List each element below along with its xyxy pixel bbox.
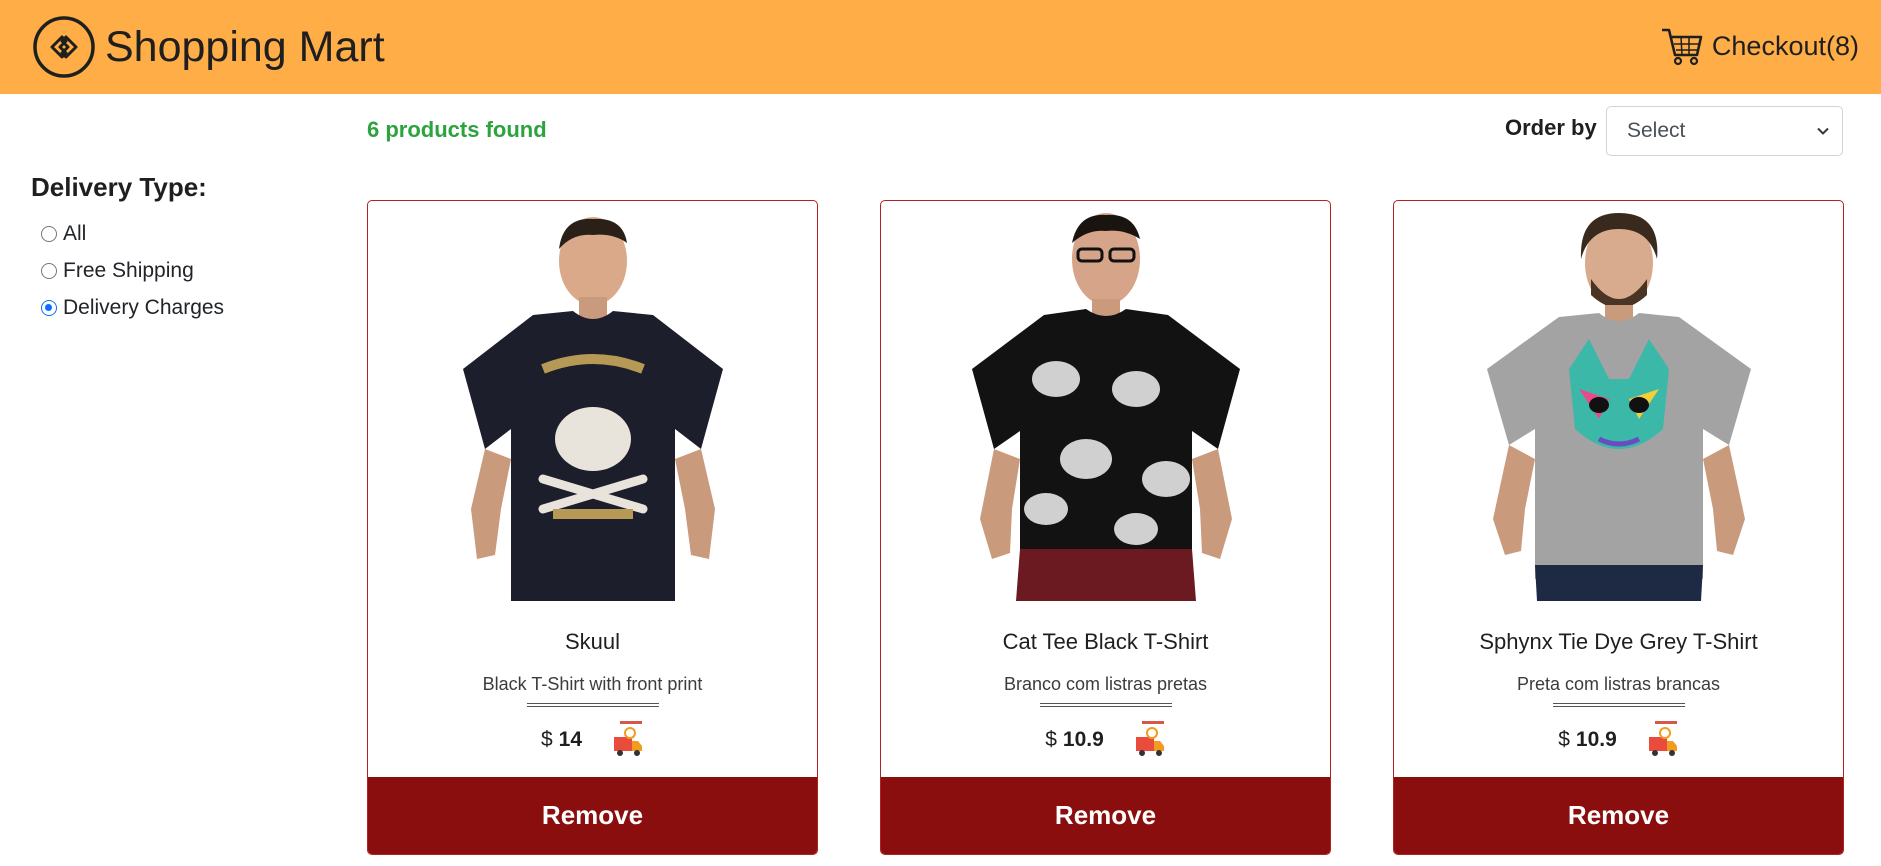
product-card: Cat Tee Black T-Shirt Branco com listras… — [880, 200, 1331, 855]
order-by-select[interactable]: Select — [1606, 106, 1843, 156]
divider — [1039, 703, 1172, 707]
radio-option-all[interactable]: All — [31, 215, 331, 252]
price-currency: $ — [1558, 728, 1570, 751]
product-name: Sphynx Tie Dye Grey T-Shirt — [1479, 629, 1758, 654]
product-image — [881, 209, 1330, 601]
tshirt-image — [1486, 213, 1751, 601]
delivery-filter: Delivery Type: All Free Shipping Deliver… — [31, 172, 331, 326]
product-description: Branco com listras pretas — [1003, 674, 1208, 694]
remove-button[interactable]: Remove — [881, 777, 1330, 854]
chevron-down-icon — [1817, 127, 1829, 135]
brand[interactable]: Shopping Mart — [32, 10, 385, 84]
product-description: Black T-Shirt with front print — [482, 674, 703, 694]
cart-icon — [1661, 28, 1703, 66]
divider — [526, 703, 659, 707]
radio-label: Delivery Charges — [63, 295, 225, 319]
product-description: Preta com listras brancas — [1516, 674, 1721, 694]
price-row: $ 10.9 — [881, 719, 1330, 761]
brand-logo-icon — [33, 16, 95, 78]
radio-label: Free Shipping — [63, 258, 194, 282]
radio-option-delivery-charges[interactable]: Delivery Charges — [31, 289, 331, 326]
product-card: Sphynx Tie Dye Grey T-Shirt Preta com li… — [1393, 200, 1844, 855]
divider — [1552, 703, 1685, 707]
price-currency: $ — [540, 728, 553, 751]
products-found-count: 6 products found — [367, 117, 547, 142]
tshirt-image — [462, 217, 723, 601]
radio-button[interactable] — [41, 262, 57, 279]
delivery-truck-icon — [1135, 721, 1164, 756]
product-image — [1394, 209, 1843, 601]
product-image — [368, 209, 817, 601]
brand-title: Shopping Mart — [105, 22, 385, 71]
delivery-truck-icon — [1648, 721, 1677, 756]
header-bar: Shopping Mart Checkout(8) — [0, 0, 1881, 94]
delivery-type-heading: Delivery Type: — [31, 172, 207, 202]
product-card: Skuul Black T-Shirt with front print $ 1… — [367, 200, 818, 855]
price-amount: 10.9 — [1575, 728, 1617, 751]
price-currency: $ — [1045, 728, 1057, 751]
remove-button[interactable]: Remove — [1394, 777, 1843, 854]
remove-button[interactable]: Remove — [368, 777, 817, 854]
order-by-selected-value: Select — [1627, 119, 1686, 142]
checkout-label: Checkout(8) — [1711, 30, 1859, 61]
radio-option-free-shipping[interactable]: Free Shipping — [31, 252, 331, 289]
price-row: $ 14 — [368, 719, 817, 761]
price-amount: 10.9 — [1062, 728, 1104, 751]
radio-button[interactable] — [41, 225, 57, 242]
radio-button-selected[interactable] — [41, 299, 57, 316]
order-by-label: Order by — [1505, 115, 1597, 140]
price-amount: 14 — [558, 728, 583, 751]
price-row: $ 10.9 — [1394, 719, 1843, 761]
delivery-truck-icon — [614, 721, 643, 756]
radio-label: All — [63, 221, 87, 245]
checkout-button[interactable]: Checkout(8) — [1660, 20, 1859, 72]
product-name: Cat Tee Black T-Shirt — [1002, 629, 1209, 654]
product-name: Skuul — [564, 629, 621, 654]
tshirt-image — [971, 213, 1240, 601]
